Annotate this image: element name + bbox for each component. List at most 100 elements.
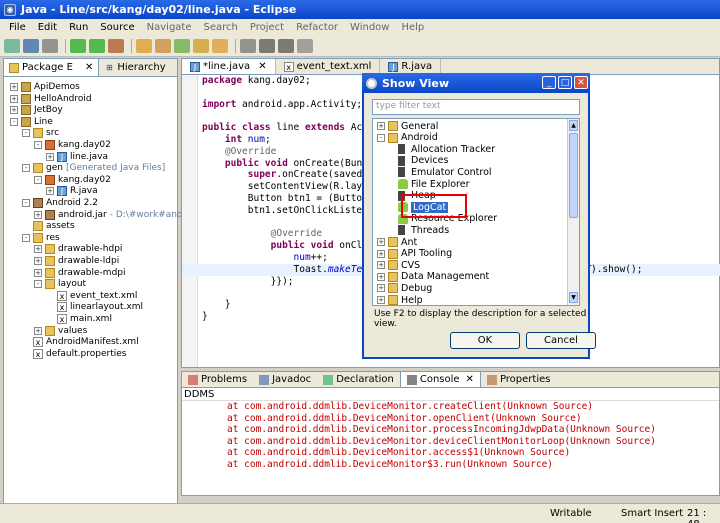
tree-item[interactable]: x AndroidManifest.xml: [22, 336, 139, 348]
ok-button[interactable]: OK: [450, 332, 520, 349]
collapse-icon[interactable]: -: [10, 117, 18, 126]
view-tree-item[interactable]: Allocation Tracker: [398, 143, 495, 155]
open-type-icon[interactable]: [212, 39, 228, 53]
collapse-icon[interactable]: -: [22, 199, 30, 207]
expand-icon[interactable]: +: [46, 187, 54, 196]
tree-item[interactable]: + drawable-ldpi: [34, 255, 119, 267]
tab-hierarchy[interactable]: ⊞ Hierarchy: [99, 59, 170, 76]
close-button[interactable]: ✕: [574, 76, 588, 89]
maximize-button[interactable]: □: [558, 76, 572, 89]
tree-item[interactable]: - kang.day02: [34, 174, 111, 186]
view-tree-item[interactable]: + API Tooling: [377, 248, 452, 260]
expand-icon[interactable]: +: [10, 106, 18, 115]
tab-r-java[interactable]: J R.java: [380, 59, 442, 74]
view-tree-item[interactable]: Devices: [398, 155, 448, 167]
expand-icon[interactable]: +: [34, 245, 42, 254]
view-tree-item[interactable]: Threads: [398, 224, 449, 236]
view-tree-item[interactable]: + General: [377, 120, 438, 132]
tab-problems[interactable]: Problems: [182, 372, 253, 387]
tree-item[interactable]: x default.properties: [22, 348, 126, 360]
close-icon[interactable]: ✕: [466, 374, 474, 385]
view-tree-item[interactable]: File Explorer: [398, 178, 469, 190]
menu-project[interactable]: Project: [244, 22, 290, 33]
task-icon[interactable]: [240, 39, 256, 53]
tree-item[interactable]: x main.xml: [46, 313, 112, 325]
tree-item[interactable]: + drawable-hdpi: [34, 243, 122, 255]
tab-package-explorer[interactable]: Package E ✕: [4, 59, 100, 76]
view-tree-item[interactable]: + Debug: [377, 282, 432, 294]
expand-icon[interactable]: +: [34, 210, 42, 219]
expand-icon[interactable]: +: [34, 268, 42, 277]
view-tree-item[interactable]: - Android: [377, 132, 438, 144]
tab-line-java[interactable]: J *line.java ✕: [182, 59, 276, 74]
view-tree-item[interactable]: Emulator Control: [398, 166, 492, 178]
new-class-icon[interactable]: [174, 39, 190, 53]
expand-icon[interactable]: +: [10, 83, 18, 91]
expand-icon[interactable]: +: [377, 238, 385, 246]
tree-item[interactable]: + drawable-mdpi: [34, 267, 126, 279]
menu-help[interactable]: Help: [395, 22, 430, 33]
view-tree-item[interactable]: + Help: [377, 294, 423, 305]
tree-item[interactable]: + ApiDemos: [10, 81, 80, 93]
view-tree-scrollbar[interactable]: ▲ ▼: [567, 119, 579, 305]
menu-file[interactable]: File: [3, 22, 32, 33]
tree-item[interactable]: + values: [34, 325, 87, 337]
minimize-button[interactable]: _: [542, 76, 556, 89]
expand-icon[interactable]: +: [377, 249, 385, 258]
scroll-up-arrow[interactable]: ▲: [569, 120, 578, 131]
tree-item[interactable]: - Line: [10, 116, 53, 128]
expand-icon[interactable]: +: [34, 326, 42, 335]
menu-window[interactable]: Window: [344, 22, 395, 33]
debug-icon[interactable]: [70, 39, 86, 53]
run-icon[interactable]: [89, 39, 105, 53]
search-icon[interactable]: [193, 39, 209, 53]
tree-item[interactable]: - res: [22, 232, 60, 244]
view-tree-item[interactable]: + CVS: [377, 259, 420, 271]
collapse-icon[interactable]: -: [377, 133, 385, 142]
tab-declaration[interactable]: Declaration: [317, 372, 400, 387]
back-icon[interactable]: [259, 39, 275, 53]
expand-icon[interactable]: +: [46, 152, 54, 161]
tree-item[interactable]: assets: [22, 220, 75, 232]
scrollbar-thumb[interactable]: [569, 133, 578, 218]
collapse-icon[interactable]: -: [22, 164, 30, 173]
forward-icon[interactable]: [278, 39, 294, 53]
run-ext-icon[interactable]: [108, 39, 124, 53]
close-icon[interactable]: ✕: [258, 61, 266, 72]
tree-item[interactable]: - src: [22, 127, 59, 139]
tree-item[interactable]: + Jline.java: [46, 151, 108, 163]
expand-icon[interactable]: +: [377, 284, 385, 293]
view-tree-item[interactable]: + Ant: [377, 236, 417, 248]
tab-event-text-xml[interactable]: x event_text.xml: [276, 59, 381, 74]
menu-edit[interactable]: Edit: [32, 22, 63, 33]
tree-item[interactable]: + android.jar - D:\#work#andro: [34, 209, 192, 221]
filter-input[interactable]: type filter text: [372, 99, 580, 115]
menu-search[interactable]: Search: [198, 22, 244, 33]
view-tree-item[interactable]: + Data Management: [377, 271, 489, 283]
new-package-icon[interactable]: [155, 39, 171, 53]
menu-refactor[interactable]: Refactor: [290, 22, 344, 33]
tree-item[interactable]: x event_text.xml: [46, 290, 137, 302]
collapse-icon[interactable]: -: [34, 175, 42, 184]
expand-icon[interactable]: +: [10, 94, 18, 103]
menu-source[interactable]: Source: [94, 22, 140, 33]
tree-item[interactable]: + JetBoy: [10, 104, 63, 116]
new-project-icon[interactable]: [136, 39, 152, 53]
tab-javadoc[interactable]: Javadoc: [253, 372, 317, 387]
expand-icon[interactable]: +: [377, 296, 385, 304]
close-icon[interactable]: ✕: [85, 62, 93, 73]
print-icon[interactable]: [42, 39, 58, 53]
expand-icon[interactable]: +: [377, 261, 385, 270]
pin-icon[interactable]: [297, 39, 313, 53]
collapse-icon[interactable]: -: [22, 233, 30, 242]
cancel-button[interactable]: Cancel: [526, 332, 596, 349]
menu-navigate[interactable]: Navigate: [141, 22, 198, 33]
tree-item[interactable]: - kang.day02: [34, 139, 111, 151]
tree-item[interactable]: - Android 2.2: [22, 197, 98, 209]
tree-item[interactable]: x linearlayout.xml: [46, 301, 143, 313]
tree-item[interactable]: + HelloAndroid: [10, 93, 92, 105]
new-icon[interactable]: [4, 39, 20, 53]
tree-item[interactable]: + J R.java: [46, 185, 98, 197]
expand-icon[interactable]: +: [377, 272, 385, 281]
tree-item[interactable]: - layout: [34, 278, 86, 290]
